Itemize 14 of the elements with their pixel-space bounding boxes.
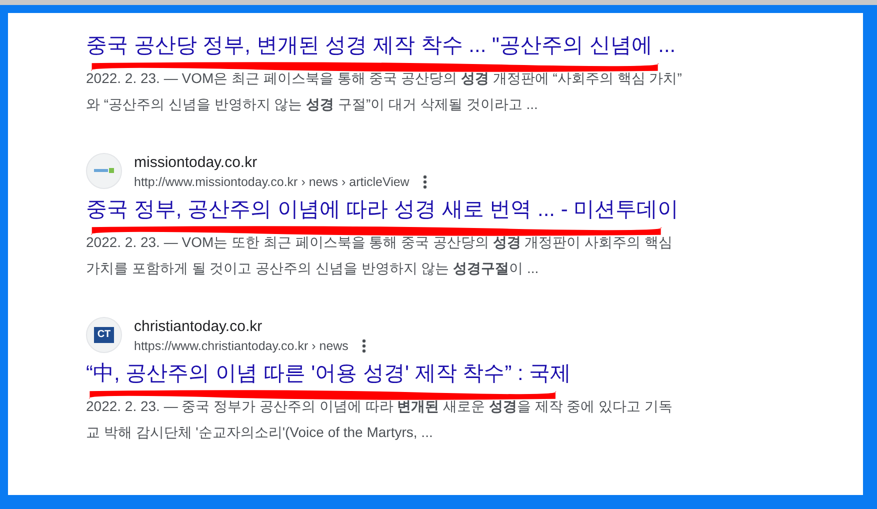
- result-title-link[interactable]: 중국 정부, 공산주의 이념에 따라 성경 새로 번역 ... - 미션투데이: [86, 195, 679, 223]
- result-title-link[interactable]: “中, 공산주의 이념 따른 '어용 성경' 제작 착수” : 국제: [86, 359, 572, 387]
- result-url: http://www.missiontoday.co.kr › news › articleView: [134, 174, 410, 188]
- result-snippet: 2022. 2. 23. — 중국 정부가 공산주의 이념에 따라 변개된 새로운 성경을 제작 중에 있다고 기독 교 박해 감시단체 '순교자의소리'(Voice of the Martyrs, ...: [86, 397, 674, 442]
- logo-icon: [94, 166, 114, 176]
- result-snippet: 2022. 2. 23. — VOM는 또한 최근 페이스북을 통해 중국 공산당의 성경 개정판이 사회주의 핵심 가치를 포함하게 될 것이고 공산주의 신념을 반영하지 않는 성경구절이 ...: [86, 233, 674, 278]
- more-icon[interactable]: [423, 174, 428, 188]
- result-title-link[interactable]: 중국 공산당 정부, 변개된 성경 제작 착수 ... "공산주의 신념에 ...: [86, 31, 676, 59]
- more-icon[interactable]: [362, 338, 366, 352]
- result-url: https://www.christiantoday.co.kr › news: [134, 338, 348, 352]
- result-snippet: 2022. 2. 23. — VOM은 최근 페이스북을 통해 중국 공산당의 성경 개정판에 “사회주의 핵심 가치” 와 “공산주의 신념을 반영하지 않는 성경 구절”이 대거 삭제될 것이라고 ...: [86, 69, 683, 114]
- favicon-logo: CT: [94, 327, 114, 343]
- site-name: christiantoday.co.kr: [134, 318, 264, 334]
- site-name: missiontoday.co.kr: [134, 154, 258, 170]
